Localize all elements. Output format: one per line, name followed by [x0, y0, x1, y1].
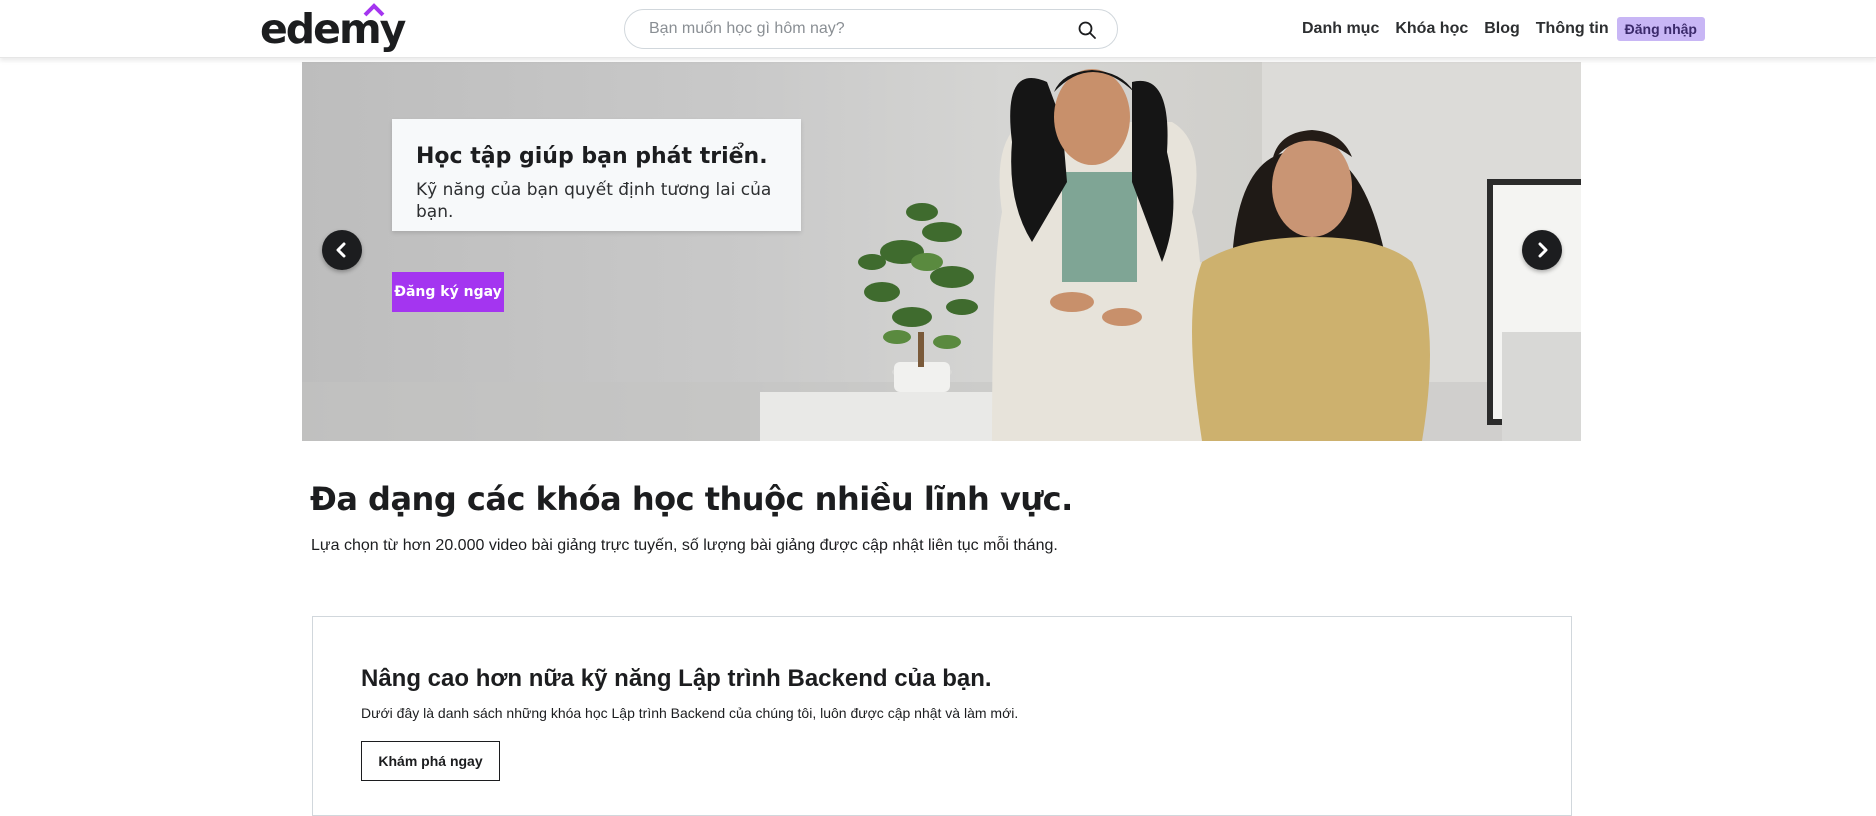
- category-description: Dưới đây là danh sách những khóa học Lập…: [361, 705, 1019, 721]
- carousel-prev-button[interactable]: [322, 230, 362, 270]
- top-header: edemy Danh mục Khóa học Blog Thông tin Đ…: [0, 0, 1876, 58]
- carousel-next-button[interactable]: [1522, 230, 1562, 270]
- chevron-left-icon: [336, 242, 346, 258]
- section-description: Lựa chọn từ hơn 20.000 video bài giảng t…: [311, 537, 1058, 554]
- main-nav: Danh mục Khóa học Blog Thông tin Đăng nh…: [1302, 17, 1705, 41]
- chevron-right-icon: [1538, 242, 1548, 258]
- logo-roof-icon: [363, 3, 385, 17]
- search-input[interactable]: [649, 20, 1049, 38]
- search-bar: [624, 9, 1118, 49]
- category-box: Nâng cao hơn nữa kỹ năng Lập trình Backe…: [312, 616, 1572, 816]
- explore-now-button[interactable]: Khám phá ngay: [361, 741, 500, 781]
- hero-title: Học tập giúp bạn phát triển.: [416, 144, 768, 169]
- nav-link-blog[interactable]: Blog: [1484, 20, 1520, 38]
- hero-banner: Học tập giúp bạn phát triển. Kỹ năng của…: [302, 62, 1581, 441]
- hero-subtitle: Kỹ năng của bạn quyết định tương lai của…: [416, 180, 772, 222]
- section-title: Đa dạng các khóa học thuộc nhiều lĩnh vự…: [310, 480, 1073, 518]
- logo[interactable]: edemy: [260, 0, 406, 58]
- nav-link-danh-muc[interactable]: Danh mục: [1302, 20, 1379, 38]
- register-now-button[interactable]: Đăng ký ngay: [392, 272, 504, 312]
- login-button[interactable]: Đăng nhập: [1616, 17, 1705, 41]
- hero-card: Học tập giúp bạn phát triển. Kỹ năng của…: [392, 119, 801, 231]
- category-title: Nâng cao hơn nữa kỹ năng Lập trình Backe…: [361, 665, 992, 692]
- nav-link-khoa-hoc[interactable]: Khóa học: [1395, 20, 1468, 38]
- nav-link-thong-tin[interactable]: Thông tin: [1536, 20, 1609, 38]
- search-icon[interactable]: [1077, 20, 1097, 40]
